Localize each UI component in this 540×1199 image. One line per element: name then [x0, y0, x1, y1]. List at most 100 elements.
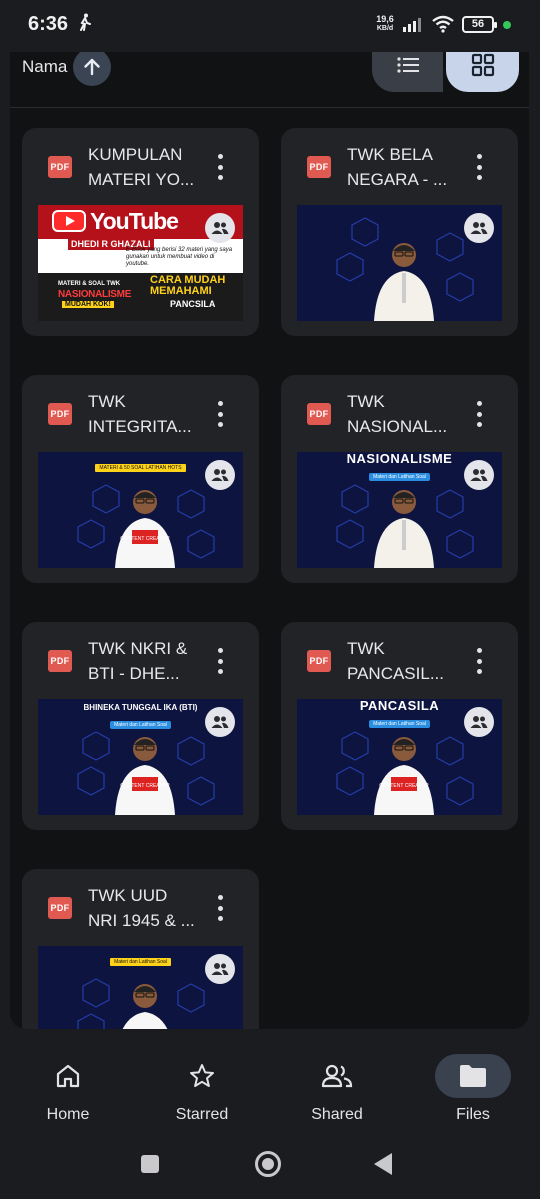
bottom-navigation: Home Starred Shared Files [0, 1040, 540, 1140]
file-thumbnail: PANCASILA Materi dan Latihan Soal CONTEN… [297, 699, 502, 815]
more-options-icon[interactable] [210, 150, 230, 184]
svg-text:CONTENT CREATOR: CONTENT CREATOR [120, 783, 170, 789]
more-options-icon[interactable] [469, 644, 489, 678]
nav-starred-label: Starred [175, 1106, 229, 1123]
presenter-photo: CONTENT CREATOR [374, 737, 434, 815]
more-options-icon[interactable] [210, 397, 230, 431]
youtube-logo-icon [52, 210, 86, 232]
file-card[interactable]: PDF TWK NASIONAL... NASIONALISME Materi … [281, 375, 518, 583]
shared-people-icon [205, 707, 235, 737]
pdf-icon: PDF [307, 650, 331, 672]
thumbnail-chip: Materi dan Latihan Soal [110, 721, 171, 729]
file-title: TWK INTEGRITA... [88, 392, 192, 436]
thumbnail-chip: MATERI & 50 SOAL LATIHAN HOTS [95, 464, 186, 472]
nav-shared[interactable]: Shared [282, 1054, 392, 1134]
thumbnail-text: MUDAH KOK! [62, 301, 114, 308]
file-card[interactable]: PDF TWK INTEGRITA... MATERI & 50 SOAL LA… [22, 375, 259, 583]
presenter-photo [122, 984, 168, 1029]
file-thumbnail: YouTube DHEDI R GHAZALI E-Book yang beri… [38, 205, 243, 321]
file-thumbnail: Materi dan Latihan Soal [38, 946, 243, 1029]
nav-home-label: Home [46, 1106, 90, 1123]
list-view-button[interactable] [372, 52, 443, 92]
more-options-icon[interactable] [210, 644, 230, 678]
file-title: KUMPULAN MATERI YO... [88, 145, 195, 189]
nav-files-label: Files [456, 1106, 490, 1123]
nav-files[interactable]: Files [418, 1054, 528, 1134]
thumbnail-chip: Materi dan Latihan Soal [110, 958, 171, 966]
file-thumbnail: NASIONALISME Materi dan Latihan Soal [297, 452, 502, 568]
file-card[interactable]: PDF TWK UUD NRI 1945 & ... Materi dan La… [22, 869, 259, 1029]
more-options-icon[interactable] [469, 397, 489, 431]
wifi-icon [431, 15, 455, 38]
presenter-photo [374, 490, 434, 568]
sort-direction-button[interactable] [73, 52, 111, 86]
file-card[interactable]: PDF TWK BELA NEGARA - ... [281, 128, 518, 336]
status-time: 6:36 [28, 13, 69, 35]
presenter-photo: CONTENT CREATOR [115, 490, 175, 568]
network-speed-unit: KB/d [376, 25, 394, 32]
file-thumbnail: MATERI & 50 SOAL LATIHAN HOTS CONTENT CR… [38, 452, 243, 568]
shared-people-icon [205, 460, 235, 490]
grid-icon [471, 53, 494, 77]
file-title: TWK NASIONAL... [347, 392, 448, 436]
file-thumbnail [297, 205, 502, 321]
home-icon [30, 1054, 106, 1098]
files-panel: Nama PDF KUMPULAN MATERI YO... YouTube D… [10, 52, 529, 1029]
pdf-icon: PDF [48, 156, 72, 178]
thumbnail-youtube-text: YouTube [90, 208, 179, 234]
shared-people-icon [205, 954, 235, 984]
pdf-icon: PDF [48, 403, 72, 425]
file-title: TWK NKRI & BTI - DHE... [88, 639, 188, 683]
shared-people-icon [464, 213, 494, 243]
privacy-indicator-dot [503, 21, 511, 29]
thumbnail-chip: Materi dan Latihan Soal [369, 720, 430, 728]
people-icon [299, 1054, 375, 1098]
file-card[interactable]: PDF TWK NKRI & BTI - DHE... BHINEKA TUNG… [22, 622, 259, 830]
thumbnail-text: MATERI & SOAL TWK [58, 281, 121, 287]
shared-people-icon [464, 460, 494, 490]
thumbnail-text: CARA MUDAH MEMAHAMI [150, 274, 226, 297]
recent-apps-button[interactable] [141, 1155, 159, 1173]
system-navigation-bar [0, 1140, 540, 1199]
status-bar: 6:36 19,6 KB/d 56 [0, 0, 540, 50]
pdf-icon: PDF [307, 403, 331, 425]
shared-people-icon [464, 707, 494, 737]
view-toggle [372, 52, 519, 92]
file-card[interactable]: PDF KUMPULAN MATERI YO... YouTube DHEDI … [22, 128, 259, 336]
folder-icon [435, 1054, 511, 1098]
star-icon [164, 1054, 240, 1098]
presenter-photo: CONTENT CREATOR [115, 737, 175, 815]
network-speed-value: 19,6 [376, 14, 394, 24]
svg-text:CONTENT CREATOR: CONTENT CREATOR [379, 783, 429, 789]
list-icon [396, 57, 419, 73]
file-card[interactable]: PDF TWK PANCASIL... PANCASILA Materi dan… [281, 622, 518, 830]
nav-starred[interactable]: Starred [147, 1054, 257, 1134]
battery-icon: 56 [462, 16, 497, 33]
file-thumbnail: BHINEKA TUNGGAL IKA (BTI) Materi dan Lat… [38, 699, 243, 815]
network-speed: 19,6 KB/d [372, 15, 398, 33]
thumbnail-chip: Materi dan Latihan Soal [369, 473, 430, 481]
home-button[interactable] [255, 1151, 281, 1177]
grid-view-button[interactable] [446, 52, 519, 92]
nav-home[interactable]: Home [13, 1054, 123, 1134]
pdf-icon: PDF [307, 156, 331, 178]
thumbnail-description: E-Book yang berisi 32 materi yang saya g… [126, 247, 233, 267]
presenter-photo [374, 243, 434, 321]
file-title: TWK BELA NEGARA - ... [347, 145, 448, 189]
sort-row: Nama [10, 52, 529, 108]
file-title: TWK PANCASIL... [347, 639, 444, 683]
nav-shared-label: Shared [311, 1106, 363, 1123]
signal-icon [402, 15, 426, 38]
file-title: TWK UUD NRI 1945 & ... [88, 886, 195, 930]
arrow-up-icon [84, 58, 100, 76]
more-options-icon[interactable] [210, 891, 230, 925]
more-options-icon[interactable] [469, 150, 489, 184]
thumbnail-text: PANCSILA [170, 299, 216, 309]
pdf-icon: PDF [48, 897, 72, 919]
back-button[interactable] [374, 1153, 392, 1175]
shared-people-icon [205, 213, 235, 243]
pdf-icon: PDF [48, 650, 72, 672]
sort-label[interactable]: Nama [22, 57, 67, 77]
walking-icon [78, 13, 92, 36]
svg-text:CONTENT CREATOR: CONTENT CREATOR [120, 536, 170, 542]
